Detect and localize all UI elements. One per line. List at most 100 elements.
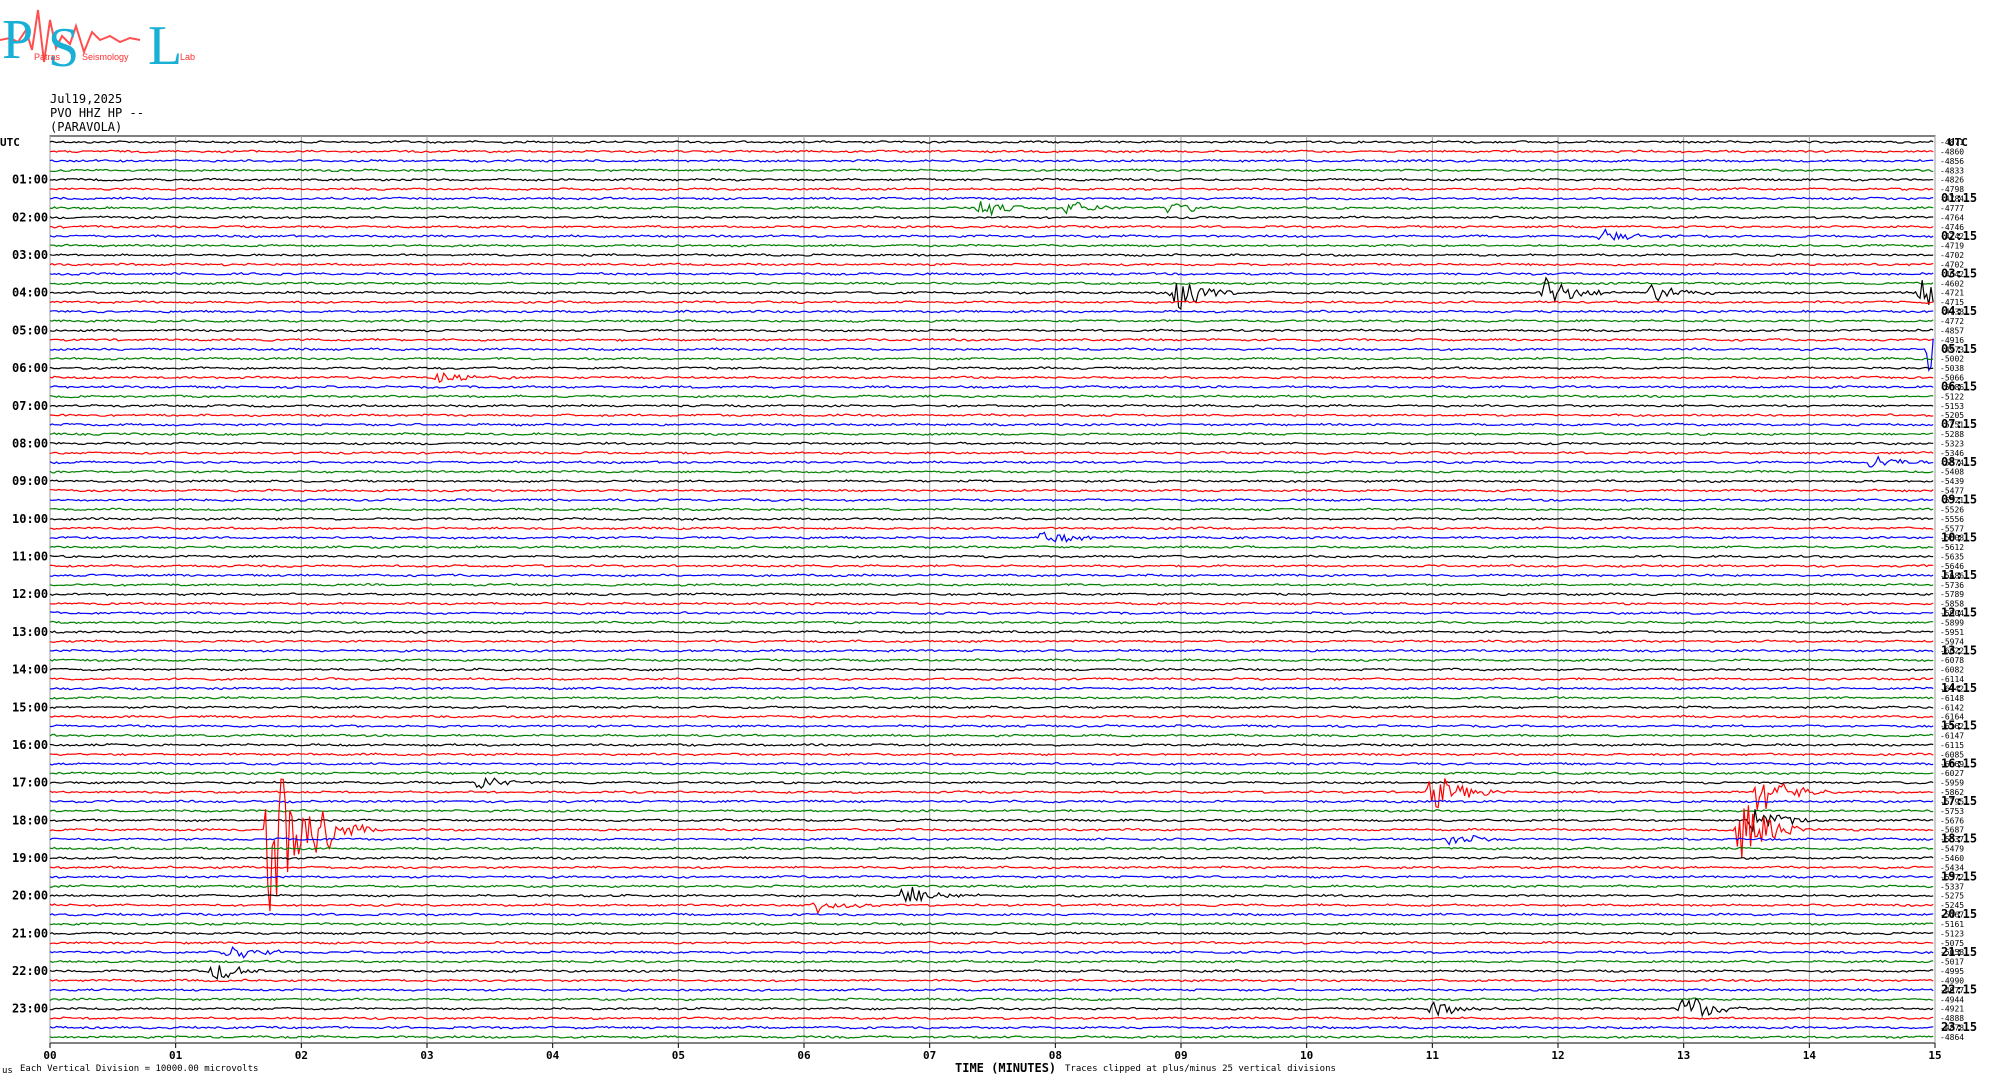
x-tick-label: 12 [1551, 1049, 1564, 1062]
x-tick-label: 06 [797, 1049, 811, 1062]
offset-label: -4764 [1940, 213, 1964, 222]
trace-row [49, 262, 1934, 267]
trace-row [49, 677, 1934, 681]
hour-label-left: 11:00 [12, 550, 48, 564]
hour-label-right: 12:15 [1941, 606, 1977, 620]
offset-label: -4921 [1940, 1005, 1964, 1014]
trace-row [49, 742, 1934, 747]
hour-label-left: 10:00 [12, 512, 48, 526]
trace-row [49, 771, 1934, 776]
offset-label: -4833 [1940, 166, 1964, 175]
x-tick-label: 05 [672, 1049, 685, 1062]
trace-row [49, 516, 1934, 521]
offset-label: -5002 [1940, 355, 1964, 364]
trace-row [50, 564, 1934, 568]
offset-label: -5479 [1940, 845, 1964, 854]
hour-label-left: 03:00 [12, 248, 48, 262]
hour-label-left: 22:00 [12, 964, 48, 978]
hour-label-right: 18:15 [1941, 832, 1977, 846]
offset-label: -5153 [1940, 402, 1964, 411]
trace-row [50, 488, 1934, 493]
hour-label-right: 09:15 [1941, 493, 1977, 507]
footer-corner: us [2, 1066, 13, 1076]
offset-label: -5736 [1940, 581, 1964, 590]
trace-row [49, 629, 1934, 634]
trace-row [49, 366, 1934, 371]
offset-label: -5337 [1940, 882, 1964, 891]
trace-row [49, 592, 1934, 597]
hour-label-left: 08:00 [12, 436, 48, 450]
trace-row [49, 554, 1934, 559]
hour-label-right: 19:15 [1941, 869, 1977, 883]
trace-row [49, 507, 1934, 512]
offset-label: -5951 [1940, 628, 1964, 637]
hour-label-right: 04:15 [1941, 304, 1977, 318]
trace-row [49, 959, 1934, 964]
hour-label-right: 11:15 [1941, 568, 1977, 582]
trace-row [49, 158, 1934, 163]
offset-label: -5899 [1940, 618, 1964, 627]
hour-label-right: 06:15 [1941, 380, 1977, 394]
trace-row [49, 778, 1934, 912]
offset-label: -4944 [1940, 995, 1964, 1004]
hour-label-left: 06:00 [12, 361, 48, 375]
hour-label-right: 17:15 [1941, 794, 1977, 808]
offset-label: -5408 [1940, 468, 1964, 477]
hour-label-right: 21:15 [1941, 945, 1977, 959]
trace-row [49, 1016, 1934, 1021]
trace-row [49, 253, 1934, 257]
hour-label-right: 08:15 [1941, 455, 1977, 469]
trace-row [49, 998, 1934, 1018]
x-tick-label: 07 [923, 1049, 936, 1062]
hour-label-right: 02:15 [1941, 229, 1977, 243]
hour-label-right: 10:15 [1941, 530, 1977, 544]
trace-row [49, 140, 1934, 144]
trace-row [49, 243, 1934, 248]
hour-label-left: 16:00 [12, 738, 48, 752]
offset-label: -5460 [1940, 854, 1964, 863]
hour-label-right: 22:15 [1941, 982, 1977, 996]
hour-label-left: 12:00 [12, 587, 48, 601]
hour-label-left: 23:00 [12, 1002, 48, 1016]
hour-label-right: 07:15 [1941, 417, 1977, 431]
trace-row [49, 912, 1934, 917]
trace-row [49, 168, 1934, 173]
hour-label-right: 01:15 [1941, 191, 1977, 205]
trace-row [49, 931, 1934, 936]
trace-row [49, 149, 1934, 154]
trace-row [49, 228, 1934, 241]
x-tick-label: 00 [43, 1049, 56, 1062]
offset-label: -5676 [1940, 816, 1964, 825]
x-tick-label: 11 [1426, 1049, 1440, 1062]
offset-label: -6115 [1940, 741, 1964, 750]
trace-row [49, 809, 1934, 833]
trace-row [50, 187, 1934, 192]
trace-row [49, 455, 1934, 468]
trace-row [49, 450, 1934, 455]
trace-row [49, 921, 1934, 926]
hour-label-right: 16:15 [1941, 756, 1977, 770]
trace-row [49, 884, 1934, 889]
offset-label: -4602 [1940, 279, 1964, 288]
offset-label: -4995 [1940, 967, 1964, 976]
offset-label: -6148 [1940, 694, 1964, 703]
hour-label-right: 20:15 [1941, 907, 1977, 921]
offset-label: -4857 [1940, 326, 1964, 335]
offset-label: -5288 [1940, 430, 1964, 439]
trace-row [49, 371, 1934, 383]
trace-row [49, 300, 1934, 305]
offset-label: -4826 [1940, 176, 1964, 185]
offset-label: -4860 [1940, 147, 1964, 156]
hour-label-left: 20:00 [12, 889, 48, 903]
clip-note: Traces clipped at plus/minus 25 vertical… [1065, 1064, 1336, 1074]
trace-row [49, 356, 1934, 361]
trace-row [49, 997, 1934, 1002]
x-tick-label: 01 [169, 1049, 183, 1062]
trace-row [49, 224, 1934, 229]
trace-row [49, 714, 1934, 719]
offset-label: -4856 [1940, 157, 1964, 166]
plot-frame [49, 135, 1936, 1044]
offset-label: -5123 [1940, 929, 1964, 938]
trace-row [49, 545, 1934, 549]
x-axis-title: TIME (MINUTES) [955, 1061, 1057, 1075]
